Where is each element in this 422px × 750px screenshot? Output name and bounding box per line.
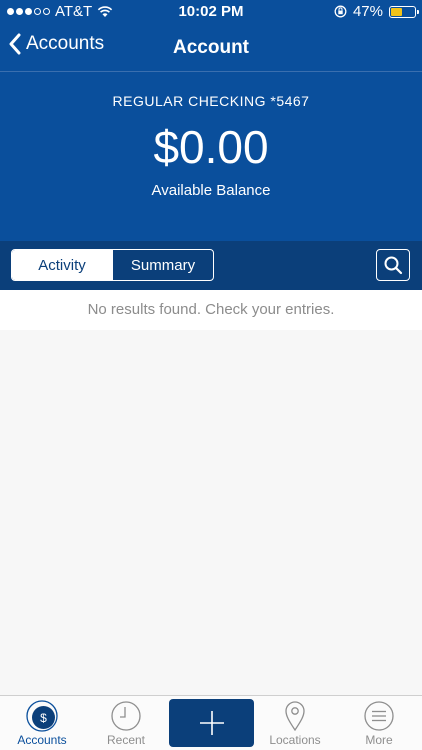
- account-header: AT&T 10:02 PM 47% Accounts Account REGUL…: [0, 0, 422, 241]
- tab-locations-label: Locations: [269, 733, 321, 747]
- navigation-bar: Accounts Account: [0, 24, 422, 72]
- tab-more[interactable]: More: [337, 696, 421, 750]
- add-button[interactable]: [169, 699, 254, 747]
- segmented-control: Activity Summary: [11, 249, 214, 281]
- status-bar: AT&T 10:02 PM 47%: [0, 0, 422, 24]
- battery-group: 47%: [334, 3, 419, 20]
- account-name: REGULAR CHECKING *5467: [112, 93, 310, 109]
- menu-icon: [363, 700, 395, 732]
- battery-icon: [389, 5, 419, 18]
- page-title: Account: [173, 37, 249, 58]
- battery-percent: 47%: [352, 3, 383, 20]
- empty-results-message: No results found. Check your entries.: [0, 290, 422, 330]
- accounts-icon: $: [26, 700, 58, 732]
- svg-text:$: $: [40, 711, 47, 725]
- rotation-lock-icon: [334, 5, 347, 18]
- account-balance: $0.00: [153, 121, 269, 173]
- view-toggle-bar: Activity Summary: [0, 241, 422, 290]
- plus-icon: [199, 711, 224, 735]
- tab-recent[interactable]: Recent: [84, 696, 168, 750]
- tab-activity[interactable]: Activity: [12, 250, 112, 280]
- tab-accounts[interactable]: $ Accounts: [0, 696, 84, 750]
- bottom-tab-bar: $ Accounts Recent Locations More: [0, 695, 422, 750]
- balance-label: Available Balance: [151, 182, 271, 199]
- search-button[interactable]: [376, 249, 410, 281]
- tab-accounts-label: Accounts: [17, 733, 67, 747]
- tab-more-label: More: [365, 733, 393, 747]
- tab-summary[interactable]: Summary: [112, 250, 213, 280]
- clock-icon: [110, 700, 142, 732]
- tab-locations[interactable]: Locations: [253, 696, 337, 750]
- search-icon: [384, 256, 403, 275]
- location-pin-icon: [283, 700, 307, 732]
- battery-fill: [391, 7, 402, 16]
- tab-recent-label: Recent: [106, 733, 146, 747]
